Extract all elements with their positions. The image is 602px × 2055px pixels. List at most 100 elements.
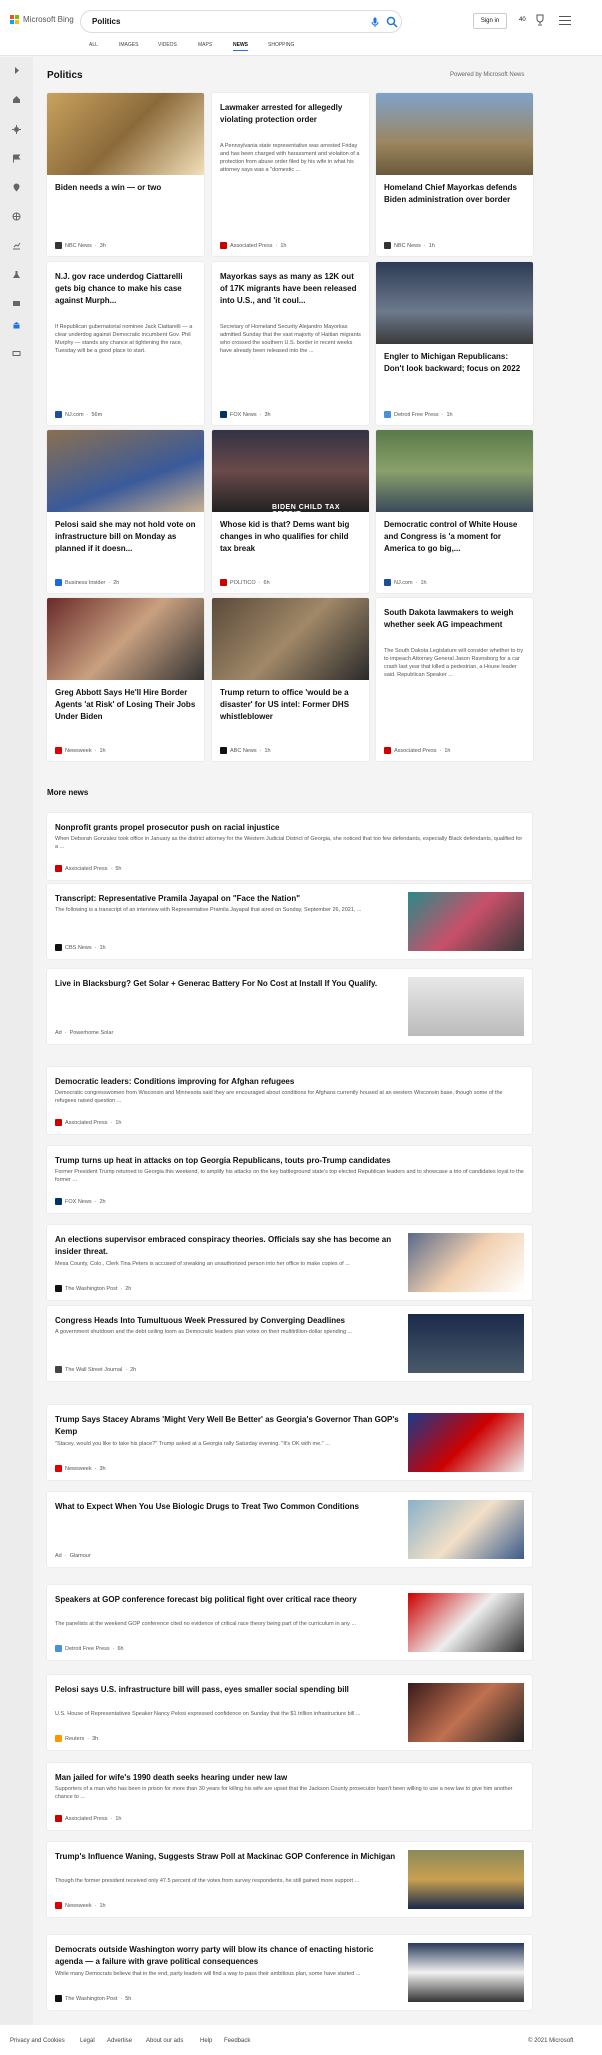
- news-card[interactable]: Greg Abbott Says He'll Hire Border Agent…: [47, 598, 204, 761]
- news-thumbnail[interactable]: [408, 1413, 524, 1472]
- sign-in-button[interactable]: Sign in: [473, 13, 507, 29]
- rewards-trophy-icon[interactable]: [534, 13, 546, 27]
- news-card[interactable]: Trump return to office 'would be a disas…: [212, 598, 369, 761]
- news-title[interactable]: Transcript: Representative Pramila Jayap…: [55, 893, 400, 905]
- news-title[interactable]: Trump turns up heat in attacks on top Ge…: [55, 1155, 525, 1167]
- news-card[interactable]: Mayorkas says as many as 12K out of 17K …: [212, 262, 369, 425]
- news-list-item[interactable]: An elections supervisor embraced conspir…: [47, 1225, 532, 1300]
- globe-icon[interactable]: [10, 210, 22, 222]
- news-card-title[interactable]: Pelosi said she may not hold vote on inf…: [55, 519, 196, 555]
- news-card[interactable]: South Dakota lawmakers to weigh whether …: [376, 598, 533, 761]
- footer-link-help[interactable]: Help: [200, 2038, 212, 2044]
- news-list-item[interactable]: Democrats outside Washington worry party…: [47, 1935, 532, 2010]
- news-card[interactable]: Biden needs a win — or two NBC News · 3h: [47, 93, 204, 256]
- news-card-title[interactable]: N.J. gov race underdog Ciattarelli gets …: [55, 271, 196, 307]
- news-title[interactable]: What to Expect When You Use Biologic Dru…: [55, 1501, 400, 1513]
- footer-link-about-ads[interactable]: About our ads: [146, 2038, 183, 2044]
- news-title[interactable]: An elections supervisor embraced conspir…: [55, 1234, 400, 1258]
- news-card[interactable]: Engler to Michigan Republicans: Don't lo…: [376, 262, 533, 425]
- news-thumbnail[interactable]: [408, 892, 524, 951]
- news-thumbnail[interactable]: [408, 1233, 524, 1292]
- news-card-image[interactable]: [47, 430, 204, 512]
- news-list-item[interactable]: Transcript: Representative Pramila Jayap…: [47, 884, 532, 959]
- news-thumbnail[interactable]: [408, 1850, 524, 1909]
- news-title[interactable]: Democrats outside Washington worry party…: [55, 1944, 400, 1968]
- search-icon[interactable]: [386, 16, 398, 28]
- news-title[interactable]: Man jailed for wife's 1990 death seeks h…: [55, 1772, 525, 1784]
- news-card[interactable]: Whose kid is that? Dems want big changes…: [212, 430, 369, 593]
- news-title[interactable]: Speakers at GOP conference forecast big …: [55, 1594, 400, 1606]
- news-card-title[interactable]: Democratic control of White House and Co…: [384, 519, 525, 555]
- news-list-item[interactable]: Trump Says Stacey Abrams 'Might Very Wel…: [47, 1405, 532, 1480]
- news-list-item[interactable]: Man jailed for wife's 1990 death seeks h…: [47, 1763, 532, 1830]
- news-card-title[interactable]: Whose kid is that? Dems want big changes…: [220, 519, 361, 555]
- news-thumbnail[interactable]: [408, 1314, 524, 1373]
- footer-link-legal[interactable]: Legal: [80, 2038, 95, 2044]
- news-card[interactable]: N.J. gov race underdog Ciattarelli gets …: [47, 262, 204, 425]
- news-card[interactable]: Lawmaker arrested for allegedly violatin…: [212, 93, 369, 256]
- powered-by[interactable]: Powered by Microsoft News: [450, 72, 524, 78]
- bing-logo[interactable]: Microsoft Bing: [10, 15, 74, 24]
- news-title[interactable]: Trump's Influence Waning, Suggests Straw…: [55, 1851, 400, 1863]
- tab-shopping[interactable]: SHOPPING: [268, 42, 294, 48]
- footer-link-advertise[interactable]: Advertise: [107, 2038, 132, 2044]
- news-card-image[interactable]: [47, 93, 204, 175]
- search-box[interactable]: Politics: [80, 10, 402, 33]
- news-card-image[interactable]: [376, 262, 533, 344]
- news-card-image[interactable]: [212, 598, 369, 680]
- news-list-item[interactable]: What to Expect When You Use Biologic Dru…: [47, 1492, 532, 1567]
- news-card-title[interactable]: Greg Abbott Says He'll Hire Border Agent…: [55, 687, 196, 723]
- news-card-title[interactable]: Mayorkas says as many as 12K out of 17K …: [220, 271, 361, 307]
- news-card-title[interactable]: Engler to Michigan Republicans: Don't lo…: [384, 351, 525, 375]
- sidebar-expand-icon[interactable]: [10, 64, 22, 76]
- news-title[interactable]: Pelosi says U.S. infrastructure bill wil…: [55, 1684, 400, 1696]
- news-card-image[interactable]: [47, 598, 204, 680]
- tab-videos[interactable]: VIDEOS: [158, 42, 177, 48]
- tab-images[interactable]: IMAGES: [119, 42, 138, 48]
- news-card[interactable]: Democratic control of White House and Co…: [376, 430, 533, 593]
- news-card[interactable]: Pelosi said she may not hold vote on inf…: [47, 430, 204, 593]
- microphone-icon[interactable]: [369, 16, 381, 28]
- news-list-item[interactable]: Democratic leaders: Conditions improving…: [47, 1067, 532, 1134]
- news-list-item[interactable]: Nonprofit grants propel prosecutor push …: [47, 813, 532, 880]
- news-thumbnail[interactable]: [408, 1593, 524, 1652]
- news-card[interactable]: Homeland Chief Mayorkas defends Biden ad…: [376, 93, 533, 256]
- news-title[interactable]: Democratic leaders: Conditions improving…: [55, 1076, 525, 1088]
- news-title[interactable]: Congress Heads Into Tumultuous Week Pres…: [55, 1315, 400, 1327]
- news-card-title[interactable]: Lawmaker arrested for allegedly violatin…: [220, 102, 361, 126]
- news-card-image[interactable]: [212, 430, 369, 512]
- home-icon[interactable]: [10, 93, 22, 105]
- tab-maps[interactable]: MAPS: [198, 42, 212, 48]
- news-thumbnail[interactable]: [408, 1683, 524, 1742]
- footer-link-privacy[interactable]: Privacy and Cookies: [10, 2038, 65, 2044]
- search-input[interactable]: Politics: [92, 17, 120, 26]
- news-title[interactable]: Nonprofit grants propel prosecutor push …: [55, 822, 525, 834]
- footer-link-feedback[interactable]: Feedback: [224, 2038, 250, 2044]
- tab-all[interactable]: ALL: [89, 42, 98, 48]
- news-thumbnail[interactable]: [408, 977, 524, 1036]
- science-icon[interactable]: [10, 268, 22, 280]
- entertainment-icon[interactable]: [10, 297, 22, 309]
- chart-icon[interactable]: [10, 239, 22, 251]
- news-card-title[interactable]: Trump return to office 'would be a disas…: [220, 687, 361, 723]
- politics-icon[interactable]: [10, 319, 22, 331]
- tab-news[interactable]: NEWS: [233, 42, 248, 51]
- flag-icon[interactable]: [10, 152, 22, 164]
- news-card-image[interactable]: [376, 430, 533, 512]
- hamburger-menu-icon[interactable]: [559, 16, 571, 26]
- news-list-item[interactable]: Trump turns up heat in attacks on top Ge…: [47, 1146, 532, 1213]
- news-list-item[interactable]: Trump's Influence Waning, Suggests Straw…: [47, 1842, 532, 1917]
- news-list-item[interactable]: Speakers at GOP conference forecast big …: [47, 1585, 532, 1660]
- video-icon[interactable]: [10, 347, 22, 359]
- news-thumbnail[interactable]: [408, 1943, 524, 2002]
- rewards-points[interactable]: 40: [519, 17, 526, 23]
- news-card-title[interactable]: Homeland Chief Mayorkas defends Biden ad…: [384, 182, 525, 206]
- news-list-item[interactable]: Pelosi says U.S. infrastructure bill wil…: [47, 1675, 532, 1750]
- coronavirus-icon[interactable]: [10, 123, 22, 135]
- news-card-title[interactable]: Biden needs a win — or two: [55, 182, 196, 194]
- news-card-title[interactable]: South Dakota lawmakers to weigh whether …: [384, 607, 525, 631]
- news-title[interactable]: Trump Says Stacey Abrams 'Might Very Wel…: [55, 1414, 400, 1438]
- news-list-item[interactable]: Congress Heads Into Tumultuous Week Pres…: [47, 1306, 532, 1381]
- news-card-image[interactable]: [376, 93, 533, 175]
- news-title[interactable]: Live in Blacksburg? Get Solar + Generac …: [55, 978, 400, 990]
